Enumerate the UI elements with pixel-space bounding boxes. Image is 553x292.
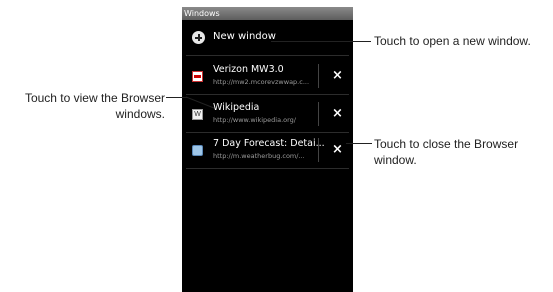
verizon-favicon-icon (192, 71, 203, 82)
callout-view: Touch to view the Browser windows. (4, 90, 165, 122)
divider (186, 94, 349, 95)
callout-line-close (346, 143, 372, 144)
window-title-text: 7 Day Forecast: Detai... (213, 138, 325, 149)
callout-view-line1: Touch to view the Browser (24, 91, 165, 105)
separator (318, 138, 319, 162)
callout-view-line2: windows. (115, 107, 165, 121)
close-window-button[interactable]: × (332, 106, 343, 121)
weatherbug-favicon-icon (192, 145, 203, 156)
window-title-text: Wikipedia (213, 102, 260, 113)
close-window-button[interactable]: × (332, 142, 343, 157)
window-url-text: http://mw2.mcorevzwwap.c... (213, 78, 310, 86)
new-window-button[interactable]: New window (182, 25, 353, 55)
close-window-button[interactable]: × (332, 68, 343, 83)
divider (186, 55, 349, 56)
callout-close: Touch to close the Browser window. (374, 136, 518, 168)
callout-open-new: Touch to open a new window. (374, 34, 531, 48)
window-item-verizon[interactable]: Verizon MW3.0 http://mw2.mcorevzwwap.c..… (182, 58, 353, 94)
callout-line-view-diagonal (186, 96, 215, 109)
new-window-label: New window (213, 31, 276, 42)
callout-line-view (166, 97, 187, 98)
window-url-text: http://www.wikipedia.org/ (213, 116, 296, 124)
window-title: Windows (182, 7, 353, 20)
separator (318, 64, 319, 88)
callout-close-line2: window. (374, 153, 417, 167)
divider (186, 168, 349, 169)
separator (318, 102, 319, 126)
callout-line-open (271, 41, 371, 42)
browser-windows-screen: Windows New window Verizon MW3.0 http://… (182, 7, 353, 292)
plus-circle-icon (192, 31, 205, 44)
window-item-weather[interactable]: 7 Day Forecast: Detai... http://m.weathe… (182, 132, 353, 168)
window-url-text: http://m.weatherbug.com/... (213, 152, 305, 160)
callout-close-line1: Touch to close the Browser (374, 137, 519, 151)
window-title-text: Verizon MW3.0 (213, 64, 284, 75)
wikipedia-favicon-icon: W (192, 109, 203, 120)
